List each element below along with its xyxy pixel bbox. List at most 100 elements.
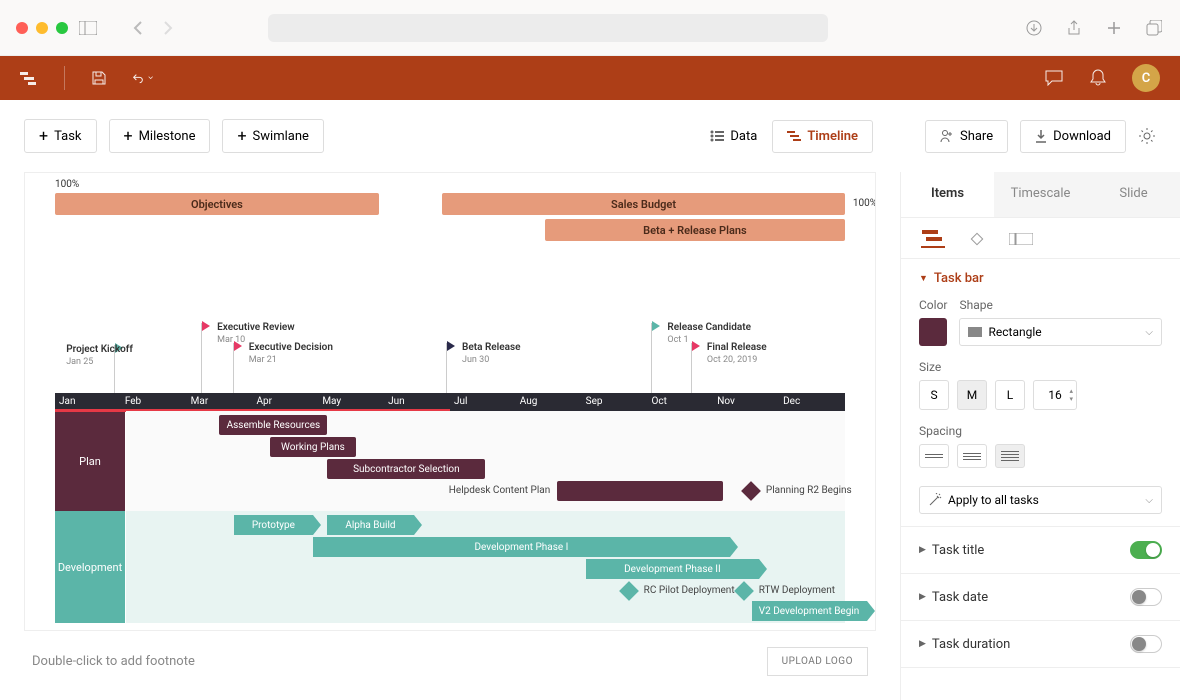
save-icon[interactable] [89, 68, 109, 88]
swimlane-label: Plan [55, 411, 125, 511]
task-bar[interactable]: Alpha Build [327, 515, 413, 535]
section-task-bar[interactable]: ▼Task bar [919, 271, 1162, 286]
task-bar[interactable]: Prototype [234, 515, 313, 535]
undo-icon[interactable] [133, 68, 153, 88]
download-arrow-icon [1035, 129, 1047, 143]
task-bar[interactable] [557, 481, 722, 501]
task-bar[interactable]: Subcontractor Selection [327, 459, 485, 479]
milestone-title: Beta Release [462, 342, 521, 353]
share-people-icon [940, 129, 954, 143]
size-label: Size [919, 360, 1162, 374]
share-button[interactable]: Share [925, 120, 1008, 153]
download-icon[interactable] [1024, 18, 1044, 38]
milestone-diamond[interactable] [734, 581, 754, 601]
window-controls [16, 22, 68, 34]
comment-icon[interactable] [1044, 68, 1064, 88]
milestone-diamond[interactable] [619, 581, 639, 601]
data-view-button[interactable]: Data [695, 120, 772, 153]
swimlane[interactable]: Plan Assemble ResourcesWorking PlansSubco… [55, 411, 845, 511]
section-task-duration[interactable]: ▶Task duration [901, 621, 1180, 668]
header-bar[interactable]: Sales Budget [442, 193, 845, 215]
task-bar[interactable]: Development Phase II [586, 559, 759, 579]
tab-items[interactable]: Items [901, 172, 994, 217]
task-title-toggle[interactable] [1130, 541, 1162, 559]
milestone-diamond[interactable] [741, 481, 761, 501]
spacing-medium-button[interactable] [957, 444, 987, 468]
diamond-label: RC Pilot Deployment [644, 585, 735, 596]
spacing-loose-button[interactable] [995, 444, 1025, 468]
timeline-view-button[interactable]: Timeline [772, 120, 873, 153]
app-ribbon: C [0, 56, 1180, 100]
subtab-swimlane-icon[interactable] [1009, 230, 1033, 248]
settings-icon[interactable] [1138, 127, 1156, 145]
month-cell: Nov [713, 393, 779, 411]
add-milestone-button[interactable]: +Milestone [109, 119, 211, 153]
subtab-milestone-icon[interactable] [965, 230, 989, 248]
tab-timescale[interactable]: Timescale [994, 172, 1087, 217]
task-bar[interactable]: Working Plans [270, 437, 356, 457]
section-task-title[interactable]: ▶Task title [901, 527, 1180, 574]
app-logo-icon[interactable] [20, 68, 40, 88]
size-m-button[interactable]: M [957, 380, 987, 410]
tab-slide[interactable]: Slide [1087, 172, 1180, 217]
subtab-taskbar-icon[interactable] [921, 230, 945, 248]
section-task-date[interactable]: ▶Task date [901, 574, 1180, 621]
swimlane[interactable]: DevelopmentPrototypeAlpha BuildDevelopme… [55, 511, 845, 623]
task-date-toggle[interactable] [1130, 588, 1162, 606]
shape-label: Shape [959, 298, 1162, 312]
task-bar[interactable]: V2 Development Begin [752, 601, 867, 621]
user-avatar[interactable]: C [1132, 64, 1160, 92]
color-label: Color [919, 298, 947, 312]
timeline-canvas[interactable]: Objectives 100% Sales Budget 100% Beta + Rel… [24, 172, 876, 631]
month-cell: Jul [450, 393, 516, 411]
task-label: Helpdesk Content Plan [449, 485, 550, 496]
time-axis: JanFebMarAprMayJunJulAugSepOctNovDec [55, 393, 845, 411]
bell-icon[interactable] [1088, 68, 1108, 88]
size-s-button[interactable]: S [919, 380, 949, 410]
back-icon[interactable] [128, 18, 148, 38]
color-swatch[interactable] [919, 318, 947, 346]
download-button[interactable]: Download [1020, 120, 1126, 153]
diamond-label: Planning R2 Begins [766, 485, 852, 496]
swimlane-label: Development [55, 511, 125, 623]
upload-logo-button[interactable]: UPLOAD LOGO [767, 647, 868, 676]
task-bar[interactable]: Assemble Resources [219, 415, 327, 435]
milestone-title: Executive Review [217, 322, 295, 333]
sidebar-toggle-icon[interactable] [78, 18, 98, 38]
task-duration-toggle[interactable] [1130, 635, 1162, 653]
size-l-button[interactable]: L [995, 380, 1025, 410]
minimize-window[interactable] [36, 22, 48, 34]
close-window[interactable] [16, 22, 28, 34]
shape-select[interactable]: Rectangle ⌵ [959, 318, 1162, 346]
milestone-date: Jan 25 [66, 357, 93, 367]
tabs-icon[interactable] [1144, 18, 1164, 38]
list-icon [710, 130, 724, 142]
percent-label: 100% [853, 198, 876, 209]
header-bar[interactable]: Objectives [55, 193, 379, 215]
share-icon[interactable] [1064, 18, 1084, 38]
footnote-placeholder[interactable]: Double-click to add footnote [32, 654, 195, 669]
browser-chrome [0, 0, 1180, 56]
wand-icon [928, 493, 942, 507]
add-task-button[interactable]: +Task [24, 119, 97, 153]
new-tab-icon[interactable] [1104, 18, 1124, 38]
add-swimlane-button[interactable]: +Swimlane [222, 119, 323, 153]
task-bar[interactable]: Development Phase I [313, 537, 730, 557]
header-bar[interactable]: Beta + Release Plans [545, 219, 845, 241]
month-cell: Dec [779, 393, 845, 411]
percent-label: 100% [55, 179, 79, 190]
milestone-title: Project Kickoff [66, 344, 133, 355]
apply-all-select[interactable]: Apply to all tasks ⌵ [919, 486, 1162, 514]
properties-panel: Items Timescale Slide ▼Task bar Color [900, 172, 1180, 700]
milestone-date: Jun 30 [462, 355, 489, 365]
month-cell: Sep [582, 393, 648, 411]
milestone-date: Mar 21 [249, 355, 277, 365]
address-bar[interactable] [268, 14, 828, 42]
size-value-input[interactable]: 16 ▴▾ [1033, 380, 1077, 410]
diamond-label: RTW Deployment [759, 585, 835, 596]
milestone-title: Final Release [707, 342, 767, 353]
spacing-tight-button[interactable] [919, 444, 949, 468]
milestone-date: Oct 1 [667, 335, 688, 345]
forward-icon[interactable] [158, 18, 178, 38]
maximize-window[interactable] [56, 22, 68, 34]
